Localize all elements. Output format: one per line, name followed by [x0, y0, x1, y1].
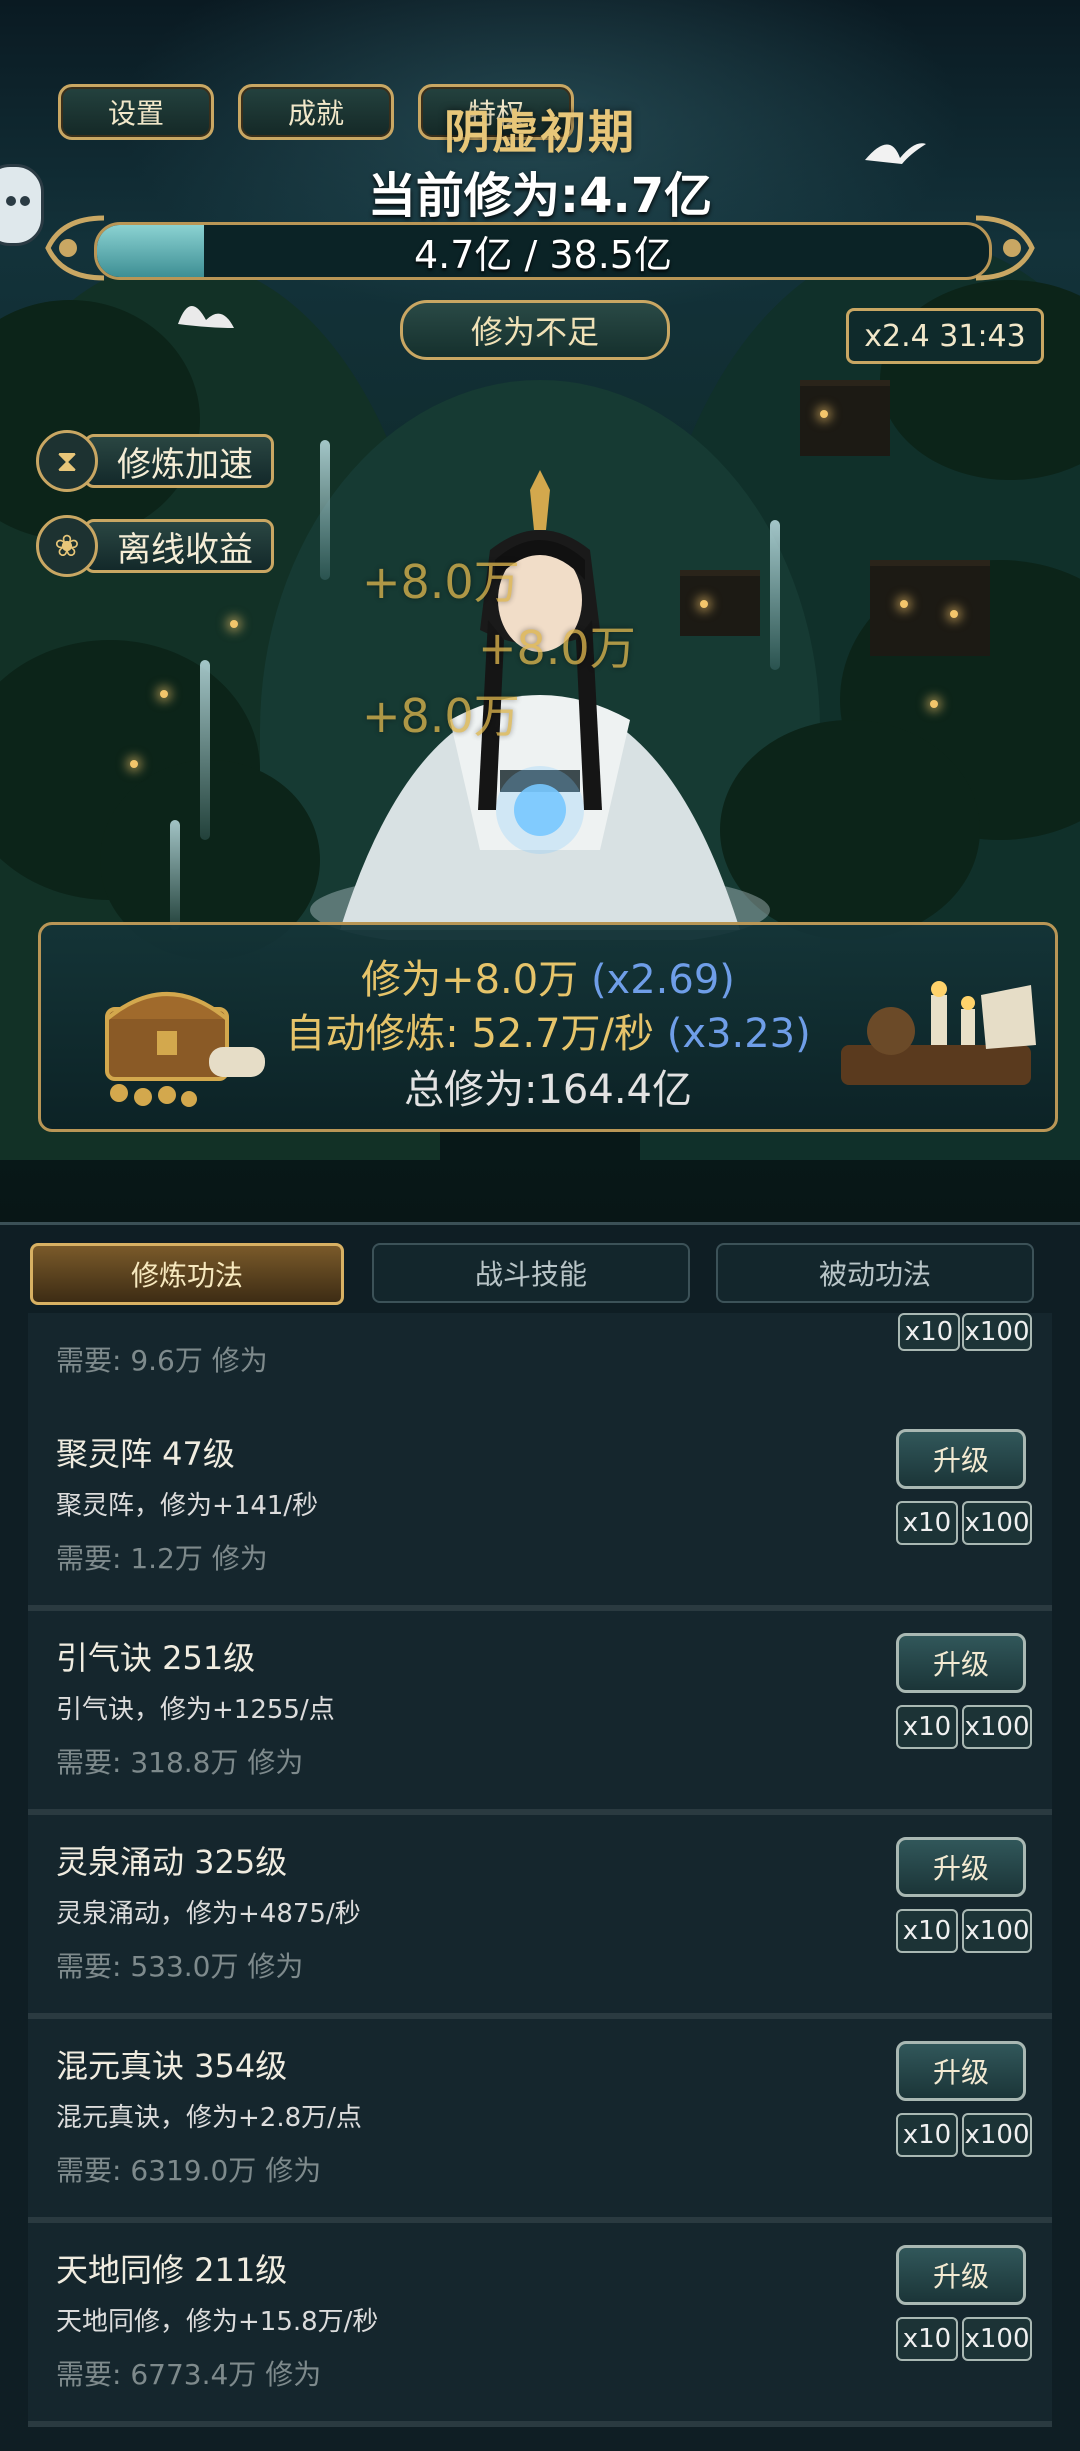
click-multiplier-text: (x2.69)	[590, 957, 735, 1003]
skill-description: 引气诀，修为+1255/点	[56, 1695, 335, 1725]
speedup-button[interactable]: ⧗ 修炼加速	[36, 430, 274, 492]
x10-button[interactable]: x10	[898, 1313, 960, 1351]
upgrade-button[interactable]: 升级	[896, 1429, 1026, 1489]
x100-button[interactable]: x100	[962, 1501, 1032, 1545]
upgrade-button[interactable]: 升级	[896, 2041, 1026, 2101]
x10-button[interactable]: x10	[896, 1705, 958, 1749]
ornament-right-icon	[975, 215, 1035, 281]
auto-gain-text: 自动修炼: 52.7万/秒	[285, 1011, 655, 1057]
tab-passive-techniques[interactable]: 被动功法	[716, 1243, 1034, 1303]
skill-description: 灵泉涌动，修为+4875/秒	[56, 1899, 361, 1929]
x10-button[interactable]: x10	[896, 1909, 958, 1953]
cultivation-progress-bar: 4.7亿 / 38.5亿	[42, 208, 1038, 288]
skill-title: 聚灵阵 47级	[56, 1435, 235, 1473]
offline-earnings-button[interactable]: ❀ 离线收益	[36, 515, 274, 577]
skills-panel: 修炼功法 战斗技能 被动功法 需要: 9.6万 修为 x10 x100 聚灵阵 …	[0, 1222, 1080, 2451]
skill-description: 混元真诀，修为+2.8万/点	[56, 2103, 362, 2133]
click-gain-text: 修为+8.0万	[361, 957, 579, 1003]
list-item: 灵泉涌动 325级灵泉涌动，修为+4875/秒 需要: 533.0万 修为 升级 x1…	[28, 1815, 1052, 2019]
skill-title: 灵泉涌动 325级	[56, 1843, 288, 1881]
x100-button[interactable]: x100	[962, 1909, 1032, 1953]
skill-description: 天地同修，修为+15.8万/秒	[56, 2307, 379, 2337]
list-item: 需要: 9.6万 修为 x10 x100	[28, 1313, 1052, 1415]
lotus-icon: ❀	[36, 515, 98, 577]
hourglass-icon: ⧗	[36, 430, 98, 492]
skill-requirement: 需要: 318.8万 修为	[56, 1746, 304, 1779]
upgrade-button[interactable]: 升级	[896, 2245, 1026, 2305]
x100-button[interactable]: x100	[962, 2113, 1032, 2157]
skill-requirement: 需要: 6773.4万 修为	[56, 2358, 322, 2391]
tab-combat-skills[interactable]: 战斗技能	[372, 1243, 690, 1303]
crane-icon	[178, 305, 234, 328]
upgrade-button[interactable]: 升级	[896, 1633, 1026, 1693]
cultivation-insufficient-button[interactable]: 修为不足	[400, 300, 670, 360]
x100-button[interactable]: x100	[962, 1313, 1032, 1351]
auto-gain-row: 自动修炼: 52.7万/秒 (x3.23)	[41, 1001, 1055, 1059]
progress-text: 4.7亿 / 38.5亿	[413, 232, 672, 277]
cultivation-stats-panel: 修为+8.0万 (x2.69) 自动修炼: 52.7万/秒 (x3.23) 总修…	[38, 922, 1058, 1132]
skill-requirement: 需要: 9.6万 修为	[56, 1344, 268, 1377]
skill-title: 混元真诀 354级	[56, 2047, 288, 2085]
floating-gain-text: +8.0万	[362, 555, 520, 609]
offline-earnings-label: 离线收益	[84, 519, 274, 573]
floating-gain-text: +8.0万	[362, 689, 520, 743]
skill-description: 聚灵阵，修为+141/秒	[56, 1491, 319, 1521]
multiplier-timer-badge: x2.4 31:43	[846, 308, 1044, 364]
click-gain-row: 修为+8.0万 (x2.69)	[41, 947, 1055, 1005]
x10-button[interactable]: x10	[896, 2113, 958, 2157]
total-cultivation-text: 总修为:164.4亿	[404, 1067, 692, 1113]
skill-requirement: 需要: 533.0万 修为	[56, 1950, 304, 1983]
list-item: 聚灵阵 47级聚灵阵，修为+141/秒 需要: 1.2万 修为 升级 x10 x100	[28, 1407, 1052, 1611]
skill-title: 引气诀 251级	[56, 1639, 256, 1677]
upgrade-button[interactable]: 升级	[896, 1837, 1026, 1897]
skill-title: 天地同修 211级	[56, 2251, 288, 2289]
progress-track: 4.7亿 / 38.5亿	[94, 222, 992, 280]
list-item: 混元真诀 354级混元真诀，修为+2.8万/点 需要: 6319.0万 修为 升级 x…	[28, 2019, 1052, 2223]
speedup-label: 修炼加速	[84, 434, 274, 488]
auto-multiplier-text: (x3.23)	[666, 1011, 811, 1057]
floating-gain-text: +8.0万	[478, 621, 636, 675]
list-item: 天地同修 211级天地同修，修为+15.8万/秒 需要: 6773.4万 修为 升级…	[28, 2223, 1052, 2427]
tab-cultivation-techniques[interactable]: 修炼功法	[30, 1243, 344, 1305]
x100-button[interactable]: x100	[962, 2317, 1032, 2361]
x100-button[interactable]: x100	[962, 1705, 1032, 1749]
skill-requirement: 需要: 1.2万 修为	[56, 1542, 268, 1575]
x10-button[interactable]: x10	[896, 2317, 958, 2361]
x10-button[interactable]: x10	[896, 1501, 958, 1545]
skill-requirement: 需要: 6319.0万 修为	[56, 2154, 322, 2187]
realm-title: 阴虚初期	[444, 105, 636, 159]
list-item: 引气诀 251级引气诀，修为+1255/点 需要: 318.8万 修为 升级 x10 x…	[28, 1611, 1052, 1815]
